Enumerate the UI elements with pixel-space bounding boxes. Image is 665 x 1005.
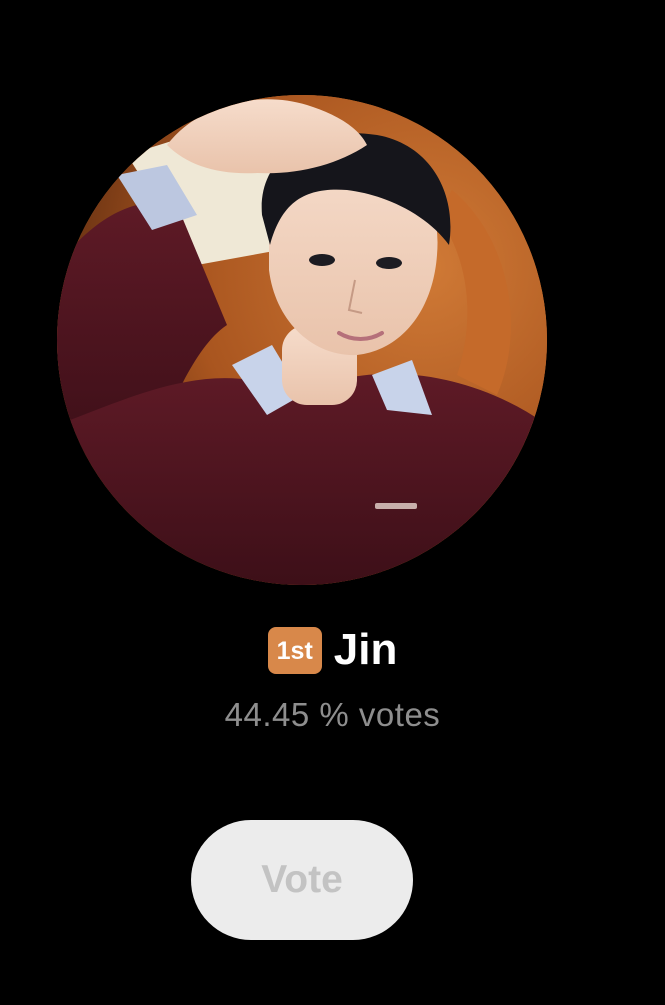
candidate-title-row: 1st Jin bbox=[0, 622, 665, 678]
vote-percentage: 44.45 % votes bbox=[224, 696, 441, 733]
candidate-name: Jin bbox=[333, 625, 398, 674]
rank-badge: 1st bbox=[267, 626, 322, 674]
candidate-photo-illustration bbox=[57, 95, 547, 585]
candidate-photo bbox=[57, 95, 547, 585]
vote-button[interactable]: Vote bbox=[191, 820, 413, 940]
